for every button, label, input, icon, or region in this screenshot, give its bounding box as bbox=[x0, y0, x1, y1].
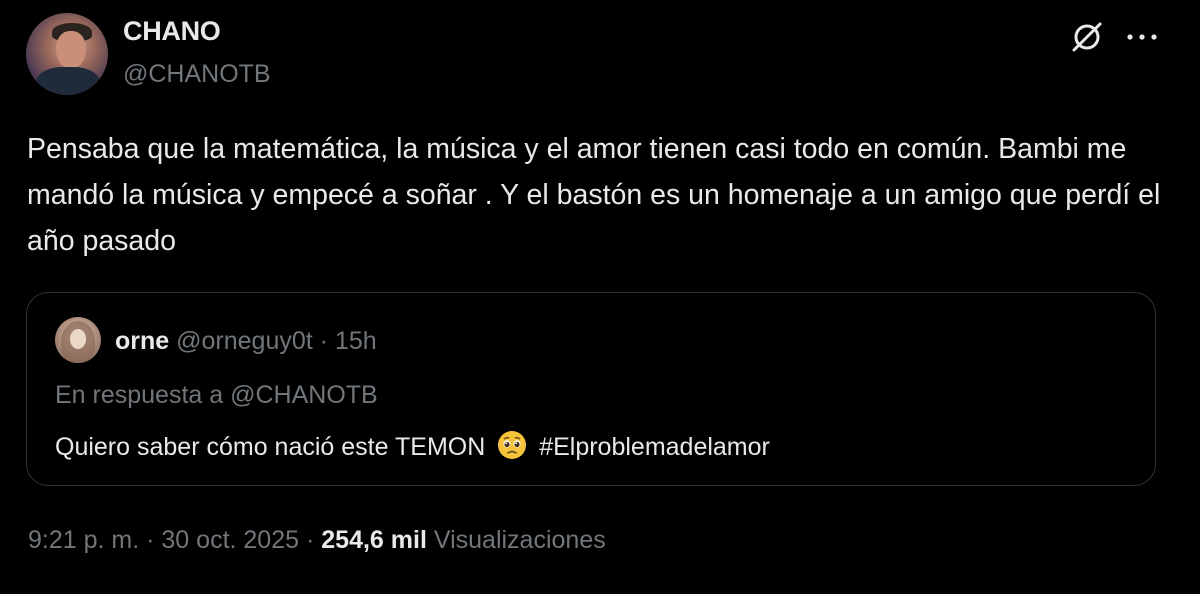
author-handle[interactable]: @CHANOTB bbox=[123, 60, 271, 89]
avatar-face bbox=[56, 31, 86, 69]
quoted-avatar[interactable] bbox=[55, 317, 101, 363]
author-avatar[interactable] bbox=[26, 13, 108, 95]
quoted-name[interactable]: orne bbox=[115, 327, 169, 355]
quoted-avatar-face bbox=[70, 329, 86, 349]
quoted-reply-to: En respuesta a @CHANOTB bbox=[55, 381, 378, 409]
quoted-handle[interactable]: @orneguy0t bbox=[176, 327, 313, 355]
quoted-time[interactable]: 15h bbox=[335, 327, 377, 355]
quoted-header: orne @orneguy0t · 15h bbox=[115, 327, 377, 356]
quoted-text: Quiero saber cómo nació este TEMON #Elpr… bbox=[55, 429, 770, 462]
author-name[interactable]: CHANO bbox=[123, 16, 221, 47]
views-label: Visualizaciones bbox=[433, 526, 606, 554]
quoted-text-main: Quiero saber cómo nació este TEMON bbox=[55, 433, 486, 461]
tweet-meta: 9:21 p. m. · 30 oct. 2025 · 254,6 mil Vi… bbox=[28, 526, 606, 555]
quoted-tweet[interactable]: orne @orneguy0t · 15h En respuesta a @CH… bbox=[26, 292, 1156, 486]
pleading-face-icon bbox=[498, 431, 527, 459]
views-count[interactable]: 254,6 mil bbox=[321, 526, 427, 554]
grok-icon[interactable] bbox=[1070, 20, 1104, 54]
quoted-hashtag[interactable]: #Elproblemadelamor bbox=[539, 433, 770, 461]
tweet-text: Pensaba que la matemática, la música y e… bbox=[27, 133, 1161, 257]
meta-separator-2: · bbox=[305, 526, 315, 554]
tweet-time[interactable]: 9:21 p. m. bbox=[28, 526, 139, 554]
more-icon[interactable] bbox=[1124, 28, 1160, 46]
meta-separator: · bbox=[146, 526, 155, 554]
tweet-date[interactable]: 30 oct. 2025 bbox=[161, 526, 299, 554]
avatar-body bbox=[36, 67, 100, 95]
quoted-separator: · bbox=[319, 327, 328, 355]
